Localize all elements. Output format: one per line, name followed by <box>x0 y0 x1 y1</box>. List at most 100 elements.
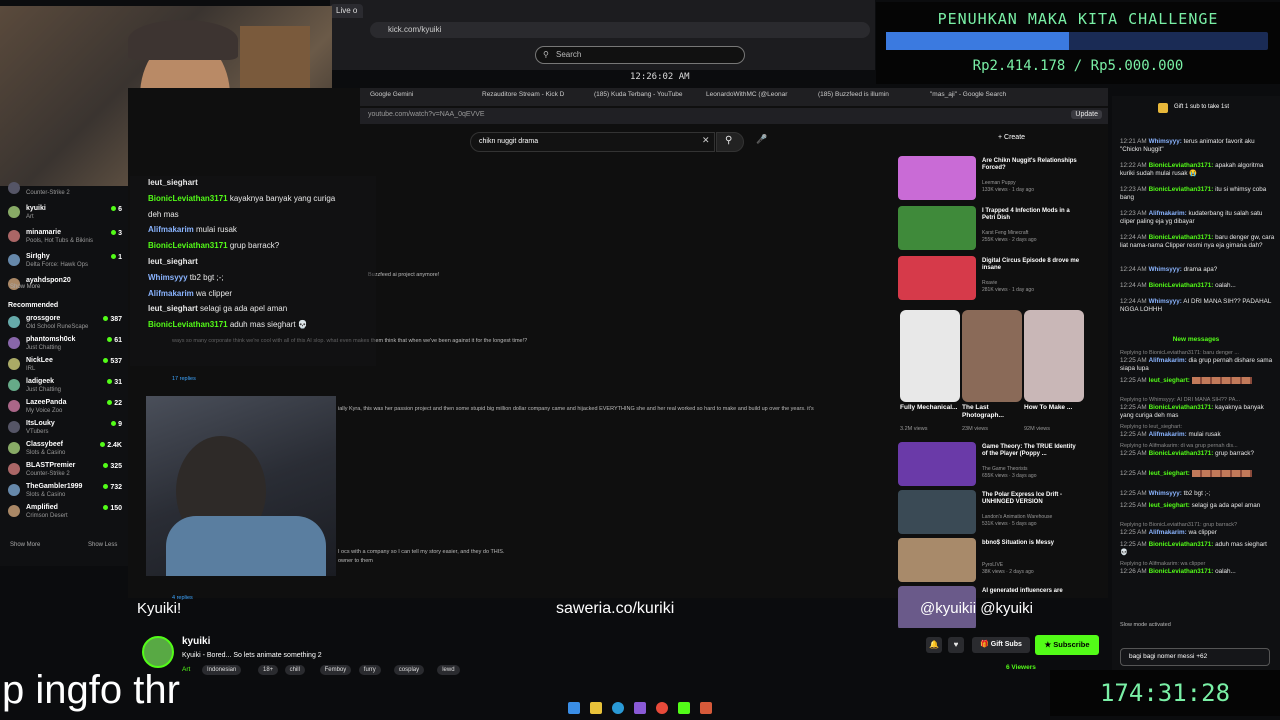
short-thumbnail[interactable] <box>962 310 1022 402</box>
browser-tab[interactable]: (185) Kuda Terbang - YouTube <box>594 91 683 98</box>
chat-username[interactable]: Whimsyyy: <box>1149 266 1182 273</box>
chat-username[interactable]: BionicLeviathan3171: <box>1149 541 1214 548</box>
show-more-link[interactable]: Show More <box>10 284 40 290</box>
show-more-link[interactable]: Show More <box>10 542 40 548</box>
chat-username[interactable]: Alifmakarim: <box>1149 529 1187 536</box>
video-thumbnail[interactable] <box>898 538 976 582</box>
sidebar-channel[interactable]: TheGambler1999 Slots & Casino 732 <box>4 482 124 502</box>
chat-username[interactable]: leut_sieghart: <box>1149 470 1190 477</box>
brave-icon[interactable] <box>700 702 712 714</box>
video-thumbnail[interactable] <box>898 442 976 486</box>
youtube-address-bar[interactable]: youtube.com/watch?v=NAA_0qEVVE Update <box>360 108 1108 124</box>
sidebar-channel[interactable]: NickLee IRL 537 <box>4 356 124 376</box>
chat-input[interactable]: bagi bagi nomer messi +62 <box>1120 648 1270 666</box>
short-title[interactable]: The Last Photograph... <box>962 404 1022 419</box>
chat-username[interactable]: BionicLeviathan3171: <box>1149 234 1214 241</box>
mic-icon[interactable]: 🎤 <box>756 134 767 145</box>
chat-username[interactable]: BionicLeviathan3171: <box>1149 162 1214 169</box>
video-title[interactable]: Are Chikn Nuggit's Relationships Forced? <box>982 158 1080 172</box>
chat-username[interactable]: BionicLeviathan3171: <box>1149 282 1214 289</box>
short-title[interactable]: Fully Mechanical... <box>900 404 960 412</box>
kick-search-input[interactable]: ⚲ Search <box>535 46 745 64</box>
chat-username[interactable]: BionicLeviathan3171: <box>1149 568 1214 575</box>
obs-icon[interactable] <box>634 702 646 714</box>
chat-username[interactable]: leut_sieghart: <box>1149 377 1190 384</box>
stream-tag[interactable]: chill <box>284 665 305 675</box>
recommended-video[interactable]: Digital Circus Episode 8 drove me insane… <box>898 256 1088 302</box>
browser-tab[interactable]: LeonardoWithMC (@Leonar <box>706 91 787 98</box>
edge-icon[interactable] <box>612 702 624 714</box>
video-title[interactable]: bbno$ Situation is Messy <box>982 540 1080 547</box>
sidebar-channel[interactable]: ItsLouky VTubers 9 <box>4 419 124 439</box>
browser-tab[interactable]: (185) Buzzfeed is illumin <box>818 91 889 98</box>
sidebar-channel[interactable]: Amplified Crimson Desert 150 <box>4 503 124 523</box>
category-link[interactable]: Art <box>182 666 190 673</box>
recommended-video[interactable]: Game Theory: The TRUE Identity of the Pl… <box>898 442 1088 488</box>
gift-prompt[interactable]: Gift 1 sub to take 1st <box>1174 104 1229 110</box>
sidebar-channel[interactable]: Classybeef Slots & Casino 2.4K <box>4 440 124 460</box>
update-button[interactable]: Update <box>1071 110 1102 119</box>
file-explorer-icon[interactable] <box>590 702 602 714</box>
gift-subs-button[interactable]: 🎁 Gift Subs <box>972 637 1030 653</box>
video-thumbnail[interactable] <box>898 206 976 250</box>
short-thumbnail[interactable] <box>900 310 960 402</box>
short-title[interactable]: How To Make ... <box>1024 404 1084 412</box>
browser-tab[interactable]: Google Gemini <box>370 91 413 98</box>
sidebar-channel[interactable]: kyuiki Art 6 <box>4 204 124 224</box>
chat-username[interactable]: BionicLeviathan3171: <box>1149 450 1214 457</box>
stream-tag[interactable]: cosplay <box>393 665 425 675</box>
video-title[interactable]: Game Theory: The TRUE Identity of the Pl… <box>982 444 1080 458</box>
short-thumbnail[interactable] <box>1024 310 1084 402</box>
stream-tag[interactable]: furry <box>358 665 381 675</box>
streamer-avatar[interactable] <box>142 636 174 668</box>
sidebar-channel[interactable]: grossgore Old School RuneScape 387 <box>4 314 124 334</box>
video-title[interactable]: AI generated influencers are <box>982 588 1080 595</box>
stream-tag[interactable]: Femboy <box>319 665 352 675</box>
windows-start-icon[interactable] <box>568 702 580 714</box>
subscribe-button[interactable]: ★ Subscribe <box>1035 635 1099 655</box>
chrome-icon[interactable] <box>656 702 668 714</box>
kick-icon[interactable] <box>678 702 690 714</box>
chat-username[interactable]: Alifmakarim: <box>1149 210 1187 217</box>
replies-toggle[interactable]: 17 replies <box>172 376 196 382</box>
sidebar-channel[interactable]: BLASTPremier Counter-Strike 2 325 <box>4 461 124 481</box>
notification-bell-button[interactable]: 🔔 <box>926 637 942 653</box>
stream-tag[interactable]: 18+ <box>258 665 279 675</box>
youtube-search-button[interactable]: ⚲ <box>716 132 744 152</box>
follow-button[interactable]: ♥ <box>948 637 964 653</box>
show-less-link[interactable]: Show Less <box>88 542 117 548</box>
video-title[interactable]: I Trapped 4 Infection Mods in a Petri Di… <box>982 208 1080 222</box>
address-bar[interactable]: kick.com/kyuiki <box>370 22 870 38</box>
browser-tab[interactable]: Live o <box>330 4 364 18</box>
sidebar-channel[interactable]: ladigeek Just Chatting 31 <box>4 377 124 397</box>
chat-username[interactable]: Whimsyyy: <box>1149 298 1182 305</box>
video-thumbnail[interactable] <box>898 256 976 300</box>
sidebar-channel[interactable]: LazeePanda My Voice Zoo 22 <box>4 398 124 418</box>
chat-username[interactable]: Alifmakarim: <box>1149 431 1187 438</box>
recommended-video[interactable]: Are Chikn Nuggit's Relationships Forced?… <box>898 156 1088 202</box>
chat-username[interactable]: BionicLeviathan3171: <box>1149 404 1214 411</box>
sidebar-channel[interactable]: Counter-Strike 2 <box>4 180 124 200</box>
recommended-video[interactable]: I Trapped 4 Infection Mods in a Petri Di… <box>898 206 1088 252</box>
chat-username[interactable]: BionicLeviathan3171: <box>1149 186 1214 193</box>
recommended-video[interactable]: bbno$ Situation is Messy PyroLIVE 38K view… <box>898 538 1088 584</box>
stream-tag[interactable]: lewd <box>437 665 460 675</box>
recommended-video[interactable]: The Polar Express Ice Drift - UNHINGED V… <box>898 490 1088 536</box>
video-thumbnail[interactable] <box>898 490 976 534</box>
youtube-search-input[interactable]: chikn nuggit drama <box>470 132 715 152</box>
chat-username[interactable]: Whimsyyy: <box>1149 490 1182 497</box>
sidebar-channel[interactable]: SirIghy Delta Force: Hawk Ops 1 <box>4 252 124 272</box>
chat-username[interactable]: Alifmakarim: <box>1149 357 1187 364</box>
sidebar-channel[interactable]: minamarie Pools, Hot Tubs & Bikinis 3 <box>4 228 124 248</box>
streamer-name[interactable]: kyuiki <box>182 636 210 647</box>
video-title[interactable]: The Polar Express Ice Drift - UNHINGED V… <box>982 492 1080 506</box>
chat-username[interactable]: Whimsyyy: <box>1149 138 1182 145</box>
video-thumbnail[interactable] <box>898 156 976 200</box>
stream-tag[interactable]: Indonesian <box>202 665 242 675</box>
clear-search-icon[interactable]: ✕ <box>702 135 710 146</box>
chat-username[interactable]: leut_sieghart: <box>1149 502 1190 509</box>
video-title[interactable]: Digital Circus Episode 8 drove me insane <box>982 258 1080 272</box>
sidebar-channel[interactable]: phantomsh0ck Just Chatting 61 <box>4 335 124 355</box>
browser-tab[interactable]: "mas_aji" - Google Search <box>930 91 1006 98</box>
create-button[interactable]: + Create <box>998 134 1025 141</box>
